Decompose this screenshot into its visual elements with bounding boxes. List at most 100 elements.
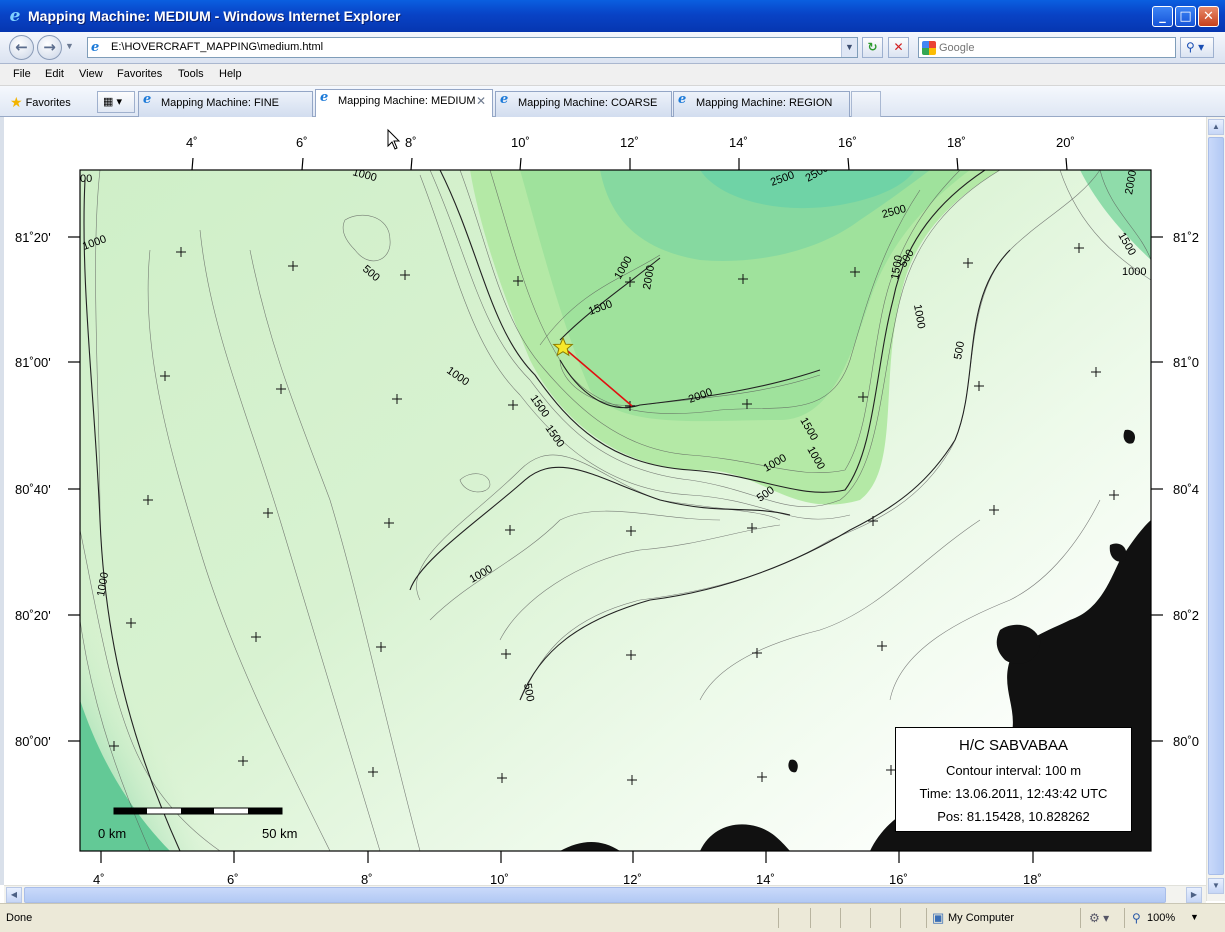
- scroll-right-arrow-icon[interactable]: ▶: [1186, 887, 1202, 903]
- bottom-lon-label: 16˚: [889, 872, 908, 885]
- refresh-button[interactable]: ↻: [862, 37, 883, 58]
- top-lon-label: 14˚: [729, 135, 748, 150]
- recent-pages-dropdown[interactable]: ▼: [65, 41, 74, 51]
- zoom-icon[interactable]: ⚲: [1132, 911, 1141, 925]
- address-input[interactable]: E:\HOVERCRAFT_MAPPING\medium.html: [111, 41, 323, 53]
- right-lat-label: 81˚0: [1173, 355, 1199, 370]
- status-bar: Done ▣ My Computer ⚙ ▾ ⚲ 100% ▼: [0, 903, 1225, 932]
- scroll-left-arrow-icon[interactable]: ◀: [6, 887, 22, 903]
- back-button[interactable]: ←: [9, 35, 34, 60]
- zoom-dropdown-icon[interactable]: ▼: [1190, 912, 1199, 922]
- top-lon-label: 6˚: [296, 135, 308, 150]
- maximize-button[interactable]: □: [1175, 6, 1196, 27]
- bottom-lon-label: 8˚: [361, 872, 373, 885]
- ie-logo-icon: e: [9, 6, 21, 26]
- left-lat-label: 80˚40': [15, 482, 51, 497]
- top-lon-label: 10˚: [511, 135, 530, 150]
- scale-start-label: 0 km: [98, 826, 126, 841]
- address-bar[interactable]: e E:\HOVERCRAFT_MAPPING\medium.html ▼: [87, 37, 858, 58]
- right-lat-label: 80˚2: [1173, 608, 1199, 623]
- right-lat-label: 80˚0: [1173, 734, 1199, 749]
- bottom-lon-label: 14˚: [756, 872, 775, 885]
- position-text: Pos: 81.15428, 10.828262: [937, 809, 1090, 824]
- tab-label: Mapping Machine: COARSE: [518, 97, 658, 109]
- contour-label: 1000: [1122, 266, 1146, 278]
- tab-coarse[interactable]: e Mapping Machine: COARSE: [495, 91, 672, 117]
- search-button[interactable]: ⚲ ▾: [1180, 37, 1214, 58]
- search-input[interactable]: [939, 40, 1169, 55]
- left-lat-label: 81˚20': [15, 230, 51, 245]
- vessel-name: H/C SABVABAA: [959, 737, 1068, 754]
- menu-tools[interactable]: Tools: [178, 68, 204, 80]
- menu-file[interactable]: File: [13, 68, 31, 80]
- computer-icon: ▣: [932, 910, 945, 925]
- mouse-cursor-icon: [387, 128, 401, 150]
- window-title: Mapping Machine: MEDIUM - Windows Intern…: [28, 8, 401, 24]
- scroll-up-arrow-icon[interactable]: ▲: [1208, 119, 1224, 135]
- star-icon: ★: [10, 94, 23, 110]
- page-icon: e: [91, 40, 100, 55]
- ie-page-icon: e: [678, 92, 687, 107]
- new-tab-button[interactable]: [851, 91, 881, 117]
- contour-label: 00: [80, 173, 92, 185]
- contour-interval-text: Contour interval: 100 m: [945, 763, 1082, 778]
- ie-page-icon: e: [143, 92, 152, 107]
- top-lon-label: 20˚: [1056, 135, 1075, 150]
- close-button[interactable]: ✕: [1198, 6, 1219, 27]
- scale-end-label: 50 km: [262, 826, 297, 841]
- horizontal-scroll-thumb[interactable]: [24, 887, 1166, 903]
- tab-row: ★ Favorites ▦ ▾ e Mapping Machine: FINE e…: [0, 86, 1225, 118]
- left-lat-label: 81˚00': [15, 355, 51, 370]
- tab-region[interactable]: e Mapping Machine: REGION: [673, 91, 850, 117]
- minimize-button[interactable]: _: [1152, 6, 1173, 27]
- timestamp-text: Time: 13.06.2011, 12:43:42 UTC: [919, 786, 1108, 801]
- bottom-lon-label: 12˚: [623, 872, 642, 885]
- ie-page-icon: e: [320, 90, 329, 105]
- google-icon: [922, 41, 936, 55]
- scroll-down-arrow-icon[interactable]: ▼: [1208, 878, 1224, 894]
- tab-label: Mapping Machine: MEDIUM: [338, 95, 476, 107]
- tab-label: Mapping Machine: FINE: [161, 97, 279, 109]
- legend-box: H/C SABVABAA Contour interval: 100 m Tim…: [895, 727, 1132, 832]
- right-lat-label: 81˚2: [1173, 230, 1199, 245]
- forward-button[interactable]: →: [37, 35, 62, 60]
- vertical-scroll-thumb[interactable]: [1208, 137, 1224, 875]
- favorites-button[interactable]: ★ Favorites: [10, 94, 71, 111]
- menu-edit[interactable]: Edit: [45, 68, 64, 80]
- tab-medium[interactable]: e Mapping Machine: MEDIUM ✕: [315, 89, 493, 118]
- status-text: Done: [6, 912, 33, 924]
- menu-help[interactable]: Help: [219, 68, 242, 80]
- bottom-lon-label: 4˚: [93, 872, 105, 885]
- quick-tabs-button[interactable]: ▦ ▾: [97, 91, 135, 113]
- stop-button[interactable]: ✕: [888, 37, 909, 58]
- tab-fine[interactable]: e Mapping Machine: FINE: [138, 91, 313, 117]
- top-lon-label: 16˚: [838, 135, 857, 150]
- vertical-scrollbar[interactable]: ▲ ▼: [1206, 117, 1225, 901]
- address-dropdown-icon[interactable]: ▼: [841, 38, 857, 57]
- search-box[interactable]: [918, 37, 1176, 58]
- menu-view[interactable]: View: [79, 68, 103, 80]
- right-lat-label: 80˚4: [1173, 482, 1199, 497]
- zoom-level-text[interactable]: 100%: [1147, 912, 1175, 924]
- title-bar: e Mapping Machine: MEDIUM - Windows Inte…: [0, 0, 1225, 32]
- security-zone-text: My Computer: [948, 912, 1015, 924]
- top-ticks: [191, 157, 1068, 171]
- close-tab-icon[interactable]: ✕: [476, 90, 486, 112]
- bottom-lon-label: 6˚: [227, 872, 239, 885]
- top-lon-label: 12˚: [620, 135, 639, 150]
- menu-favorites[interactable]: Favorites: [117, 68, 162, 80]
- menu-bar: File Edit View Favorites Tools Help: [0, 64, 1225, 86]
- top-lon-label: 4˚: [186, 135, 198, 150]
- horizontal-scrollbar[interactable]: ◀ ▶: [4, 885, 1206, 903]
- bottom-lon-label: 18˚: [1023, 872, 1042, 885]
- ie-page-icon: e: [500, 92, 509, 107]
- bottom-lon-label: 10˚: [490, 872, 509, 885]
- protected-mode-icon[interactable]: ⚙ ▾: [1089, 911, 1109, 925]
- tab-label: Mapping Machine: REGION: [696, 97, 833, 109]
- top-lon-label: 8˚: [405, 135, 417, 150]
- search-icon: ⚲: [1186, 40, 1195, 54]
- left-lat-label: 80˚20': [15, 608, 51, 623]
- navigation-toolbar: ← → ▼ e E:\HOVERCRAFT_MAPPING\medium.htm…: [0, 32, 1225, 64]
- bottom-ticks: [100, 851, 1034, 863]
- top-lon-label: 18˚: [947, 135, 966, 150]
